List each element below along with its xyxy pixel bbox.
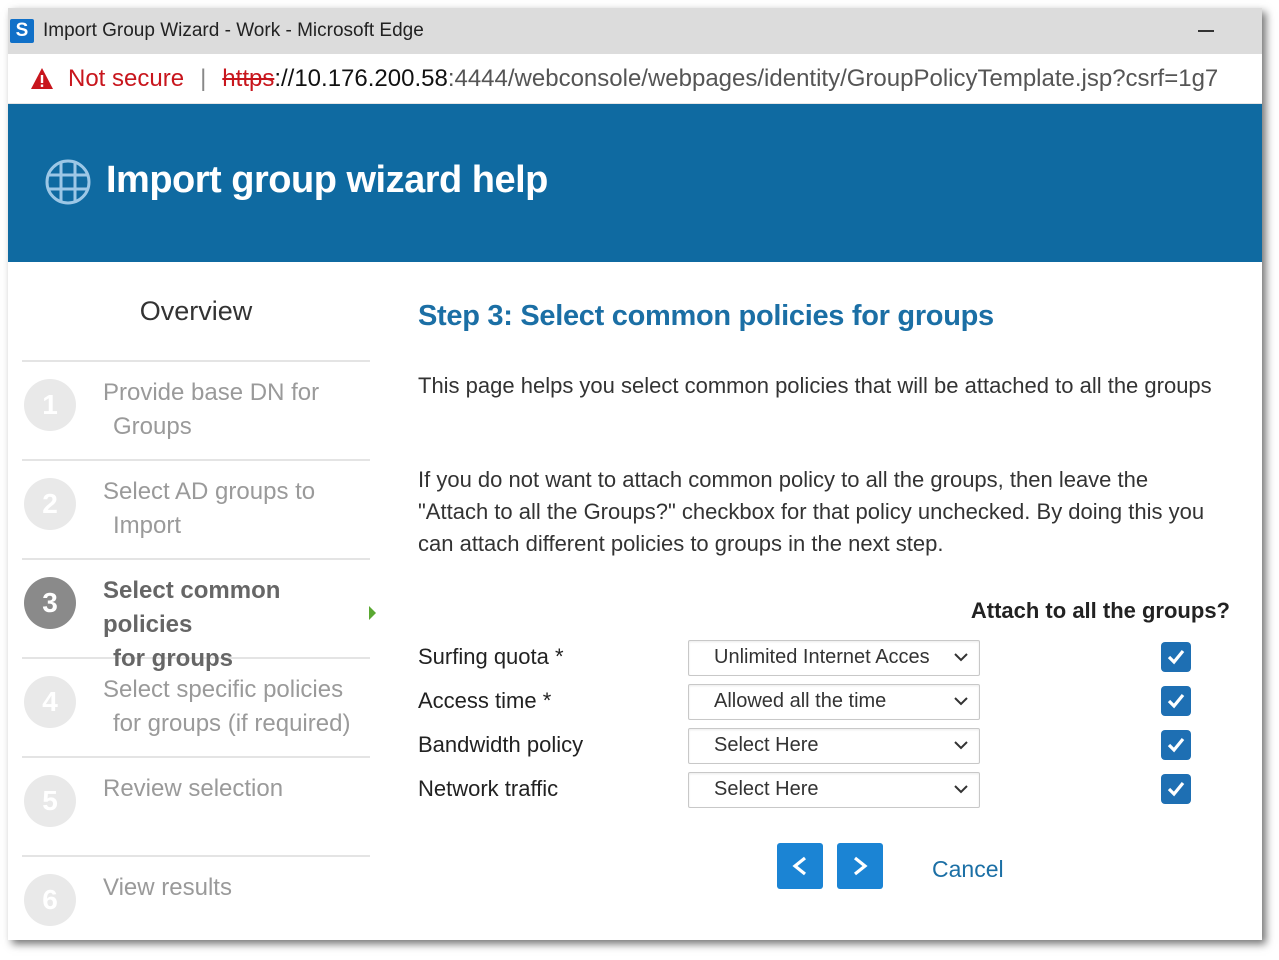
address-separator: | — [200, 64, 207, 92]
step-label-line2: Groups — [113, 413, 192, 440]
step-number-badge: 4 — [24, 676, 76, 728]
policy-row-access-time: Access time * Allowed all the time — [418, 684, 1218, 724]
url-text[interactable]: https://10.176.200.58:4444/webconsole/we… — [222, 65, 1218, 93]
select-value: Select Here — [714, 778, 819, 800]
window-title: Import Group Wizard - Work - Microsoft E… — [43, 20, 424, 41]
intro-text: This page helps you select common polici… — [418, 373, 1212, 398]
access-time-select[interactable]: Allowed all the time — [688, 684, 980, 720]
active-step-indicator-icon — [369, 606, 376, 620]
warning-icon — [31, 67, 53, 89]
step-label: View results — [103, 871, 373, 905]
checkmark-icon — [1167, 649, 1185, 665]
attach-checkbox[interactable] — [1161, 774, 1191, 804]
url-protocol: https — [222, 64, 275, 92]
url-path: :4444/webconsole/webpages/identity/Group… — [447, 64, 1219, 92]
step-label: Select specific policies for groups (if … — [103, 673, 373, 741]
chevron-right-icon — [854, 856, 868, 876]
chevron-down-icon — [954, 785, 968, 794]
checkmark-icon — [1167, 693, 1185, 709]
attach-checkbox[interactable] — [1161, 686, 1191, 716]
chevron-down-icon — [954, 653, 968, 662]
step-label-line1: Select specific policies — [103, 676, 344, 703]
wizard-header: Import group wizard help — [8, 104, 1262, 262]
policy-row-bandwidth: Bandwidth policy Select Here — [418, 728, 1218, 768]
not-secure-label[interactable]: Not secure — [68, 65, 184, 93]
globe-icon — [45, 159, 91, 205]
browser-window: S Import Group Wizard - Work - Microsoft… — [8, 8, 1262, 940]
minimize-icon[interactable] — [1198, 30, 1214, 32]
chevron-down-icon — [954, 741, 968, 750]
step-number-badge: 1 — [24, 379, 76, 431]
url-host: ://10.176.200.58 — [274, 64, 448, 92]
step-number-badge: 2 — [24, 478, 76, 530]
sidebar-step-3[interactable]: 3 Select common policies for groups — [22, 560, 376, 672]
sidebar-step-1[interactable]: 1 Provide base DN for Groups — [22, 362, 370, 461]
app-icon: S — [10, 19, 34, 43]
select-value: Unlimited Internet Acces — [714, 646, 930, 668]
step-label-line1: Select common policies — [103, 577, 281, 638]
policy-row-surfing-quota: Surfing quota * Unlimited Internet Acces — [418, 640, 1218, 680]
attach-checkbox[interactable] — [1161, 642, 1191, 672]
chevron-down-icon — [954, 697, 968, 706]
cancel-link[interactable]: Cancel — [932, 856, 1004, 883]
policy-label: Access time * — [418, 688, 552, 713]
attach-checkbox[interactable] — [1161, 730, 1191, 760]
policy-label: Bandwidth policy — [418, 732, 584, 757]
select-value: Allowed all the time — [714, 690, 887, 712]
step-label-line1: Select AD groups to — [103, 478, 316, 505]
step-label: Provide base DN for Groups — [103, 376, 373, 444]
attach-all-header: Attach to all the groups? — [970, 598, 1230, 623]
checkmark-icon — [1167, 737, 1185, 753]
next-button[interactable] — [837, 843, 883, 889]
select-value: Select Here — [714, 734, 819, 756]
sidebar-step-4[interactable]: 4 Select specific policies for groups (i… — [22, 659, 370, 758]
title-bar: S Import Group Wizard - Work - Microsoft… — [8, 8, 1262, 54]
step-title: Step 3: Select common policies for group… — [418, 300, 994, 332]
policy-label: Network traffic — [418, 776, 559, 801]
step-label-line1: Provide base DN for — [103, 379, 320, 406]
step-label-line1: Review selection — [103, 775, 284, 802]
chevron-left-icon — [792, 856, 806, 876]
sidebar-step-2[interactable]: 2 Select AD groups to Import — [22, 461, 370, 560]
address-bar[interactable]: Not secure | https://10.176.200.58:4444/… — [8, 54, 1262, 104]
step-label: Select AD groups to Import — [103, 475, 373, 543]
policy-row-network-traffic: Network traffic Select Here — [418, 772, 1218, 812]
step-number-badge: 5 — [24, 775, 76, 827]
sidebar-step-5[interactable]: 5 Review selection — [22, 758, 370, 857]
page-title: Import group wizard help — [106, 159, 548, 201]
policy-label: Surfing quota * — [418, 644, 564, 669]
step-number-badge: 6 — [24, 874, 76, 926]
wizard-steps-sidebar: Overview 1 Provide base DN for Groups 2 … — [22, 262, 376, 940]
bandwidth-policy-select[interactable]: Select Here — [688, 728, 980, 764]
step-label-line1: View results — [103, 874, 232, 901]
instructions-text: If you do not want to attach common poli… — [418, 467, 1205, 556]
overview-heading: Overview — [22, 262, 370, 362]
sidebar-step-6[interactable]: 6 View results — [22, 857, 370, 940]
step-label-line2: Import — [113, 512, 182, 539]
surfing-quota-select[interactable]: Unlimited Internet Acces — [688, 640, 980, 676]
network-traffic-select[interactable]: Select Here — [688, 772, 980, 808]
step-label-line2: for groups (if required) — [113, 710, 351, 737]
back-button[interactable] — [777, 843, 823, 889]
step-label: Review selection — [103, 772, 373, 806]
checkmark-icon — [1167, 781, 1185, 797]
step-number-badge: 3 — [24, 577, 76, 629]
